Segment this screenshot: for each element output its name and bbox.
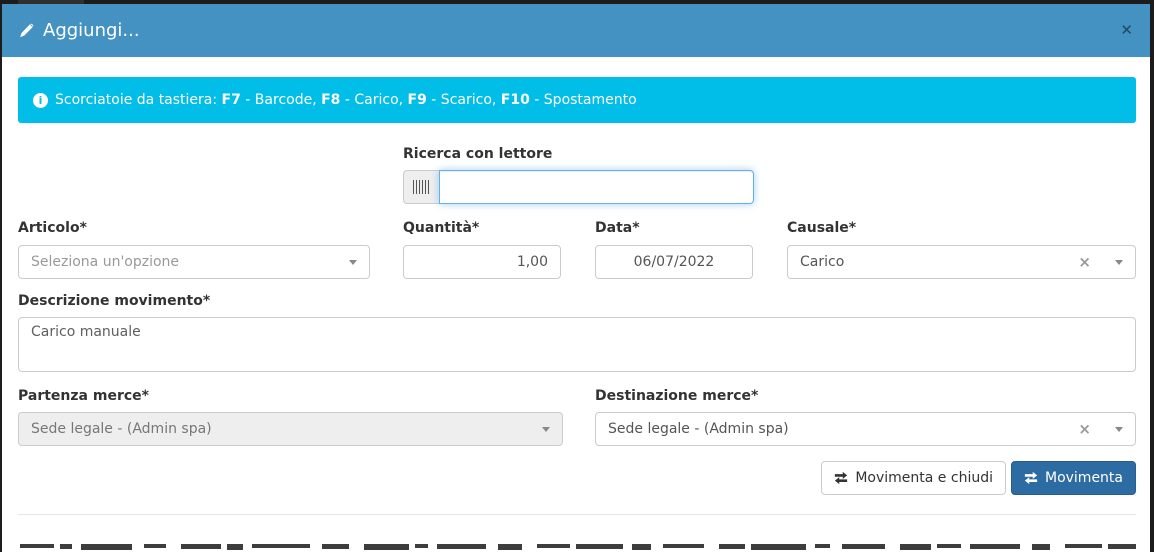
chevron-down-icon bbox=[1115, 260, 1123, 265]
clear-icon[interactable]: × bbox=[1078, 255, 1091, 270]
causale-value: Carico bbox=[800, 254, 1070, 270]
chevron-down-icon bbox=[349, 260, 357, 265]
articolo-label: Articolo* bbox=[18, 220, 87, 237]
barcode-search-input[interactable] bbox=[439, 170, 754, 204]
footer-divider bbox=[18, 514, 1136, 515]
modal-footer-buttons: Movimenta e chiudi Movimenta bbox=[821, 461, 1136, 495]
pencil-icon bbox=[19, 23, 34, 38]
destinazione-label: Destinazione merce* bbox=[595, 388, 758, 405]
clipped-text-row bbox=[20, 544, 1136, 552]
keyboard-shortcuts-banner: i Scorciatoie da tastiera: F7 - Barcode,… bbox=[18, 77, 1136, 123]
chevron-down-icon bbox=[542, 427, 550, 432]
partenza-label: Partenza merce* bbox=[18, 388, 149, 405]
barcode-search-group bbox=[403, 170, 754, 204]
quantita-input[interactable] bbox=[403, 245, 561, 279]
barcode-search-label: Ricerca con lettore bbox=[403, 146, 552, 163]
causale-label: Causale* bbox=[787, 220, 856, 237]
close-icon[interactable]: ✕ bbox=[1120, 23, 1133, 38]
descrizione-textarea[interactable]: Carico manuale bbox=[18, 317, 1136, 372]
destinazione-value: Sede legale - (Admin spa) bbox=[608, 421, 1070, 437]
exchange-icon bbox=[1024, 471, 1038, 485]
shortcuts-text: Scorciatoie da tastiera: F7 - Barcode, F… bbox=[55, 92, 637, 108]
quantita-label: Quantità* bbox=[403, 220, 479, 237]
movimenta-button[interactable]: Movimenta bbox=[1011, 461, 1136, 495]
destinazione-select[interactable]: Sede legale - (Admin spa) × bbox=[595, 412, 1136, 446]
articolo-select[interactable]: Seleziona un'opzione bbox=[18, 245, 370, 279]
exchange-icon bbox=[834, 471, 848, 485]
causale-select[interactable]: Carico × bbox=[787, 245, 1136, 279]
partenza-select: Sede legale - (Admin spa) bbox=[18, 412, 563, 446]
movimenta-e-chiudi-button[interactable]: Movimenta e chiudi bbox=[821, 461, 1006, 495]
data-input[interactable] bbox=[595, 245, 753, 279]
partenza-value: Sede legale - (Admin spa) bbox=[31, 421, 534, 437]
modal-title: Aggiungi... bbox=[43, 20, 140, 41]
info-circle-icon: i bbox=[33, 93, 48, 108]
modal-header: Aggiungi... ✕ bbox=[2, 4, 1150, 57]
page-backdrop: Aggiungi... ✕ i Scorciatoie da tastiera:… bbox=[0, 0, 1154, 552]
barcode-addon bbox=[403, 170, 439, 204]
barcode-icon bbox=[413, 180, 430, 194]
clear-icon[interactable]: × bbox=[1078, 422, 1091, 437]
descrizione-label: Descrizione movimento* bbox=[18, 293, 210, 310]
button-label: Movimenta e chiudi bbox=[855, 470, 993, 486]
articolo-placeholder: Seleziona un'opzione bbox=[31, 254, 341, 270]
button-label: Movimenta bbox=[1045, 470, 1123, 486]
data-label: Data* bbox=[595, 220, 640, 237]
add-movement-modal: Aggiungi... ✕ i Scorciatoie da tastiera:… bbox=[2, 4, 1150, 552]
chevron-down-icon bbox=[1115, 427, 1123, 432]
